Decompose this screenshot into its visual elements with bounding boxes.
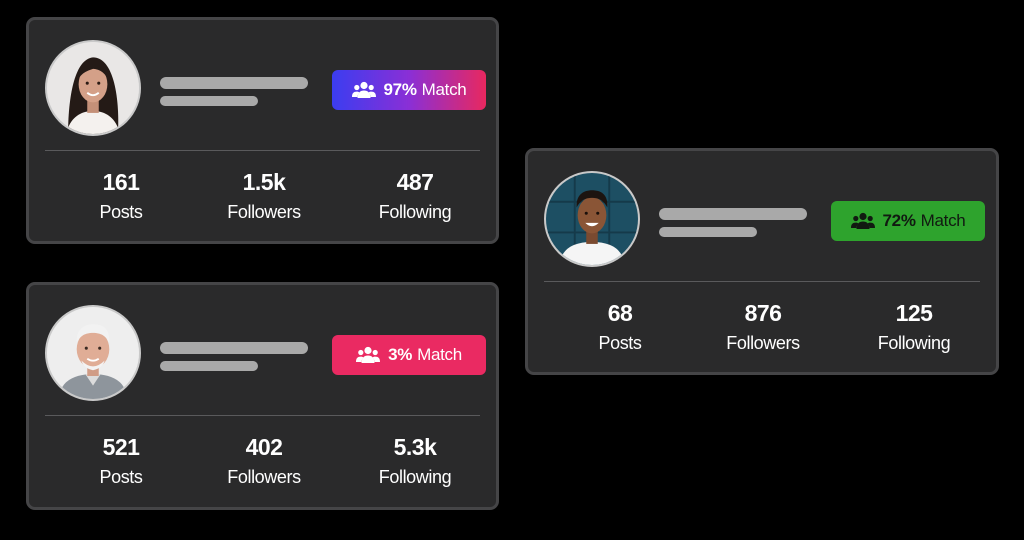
avatar[interactable] <box>544 171 640 267</box>
group-users-icon <box>850 212 875 229</box>
posts-label: Posts <box>598 333 642 353</box>
young-woman-portrait-image <box>47 42 139 134</box>
match-percent: 97% <box>383 80 417 99</box>
name-placeholder <box>659 208 807 220</box>
match-badge[interactable]: 97% Match <box>332 70 486 110</box>
avatar[interactable] <box>45 40 141 136</box>
profile-card[interactable]: 3% Match 521 Posts 402 Followers 5.3k Fo… <box>26 282 499 510</box>
group-users-icon <box>351 81 376 98</box>
handle-placeholder <box>160 361 258 371</box>
following-label: Following <box>378 202 452 222</box>
match-percent: 3% <box>388 345 413 364</box>
profile-card[interactable]: 72% Match 68 Posts 876 Followers 125 Fol… <box>525 148 999 375</box>
older-man-portrait-image <box>47 307 139 399</box>
name-placeholder <box>160 342 308 354</box>
followers-label: Followers <box>227 467 301 487</box>
stat-following[interactable]: 5.3k Following <box>345 433 485 489</box>
posts-count: 521 <box>102 434 140 460</box>
handle-placeholder <box>160 96 258 106</box>
following-count: 5.3k <box>393 434 437 460</box>
profile-card[interactable]: 97% Match 161 Posts 1.5k Followers 487 F… <box>26 17 499 244</box>
stat-following[interactable]: 487 Following <box>345 168 485 224</box>
group-users-icon <box>356 346 381 363</box>
followers-label: Followers <box>726 333 800 353</box>
young-man-portrait-image <box>546 173 638 265</box>
posts-count: 161 <box>102 169 140 195</box>
stat-followers[interactable]: 876 Followers <box>693 299 833 355</box>
divider <box>45 150 480 151</box>
followers-count: 876 <box>744 300 782 326</box>
stat-followers[interactable]: 402 Followers <box>194 433 334 489</box>
following-count: 125 <box>895 300 933 326</box>
posts-label: Posts <box>99 202 143 222</box>
match-badge[interactable]: 3% Match <box>332 335 486 375</box>
stats-row: 68 Posts 876 Followers 125 Following <box>528 299 996 359</box>
divider <box>45 415 480 416</box>
followers-count: 1.5k <box>242 169 286 195</box>
followers-count: 402 <box>245 434 283 460</box>
following-label: Following <box>877 333 951 353</box>
stats-row: 161 Posts 1.5k Followers 487 Following <box>29 168 496 228</box>
stat-followers[interactable]: 1.5k Followers <box>194 168 334 224</box>
posts-label: Posts <box>99 467 143 487</box>
posts-count: 68 <box>607 300 633 326</box>
following-label: Following <box>378 467 452 487</box>
following-count: 487 <box>396 169 434 195</box>
stats-row: 521 Posts 402 Followers 5.3k Following <box>29 433 496 493</box>
match-label: Match <box>421 80 467 99</box>
match-label: Match <box>417 345 462 364</box>
stat-following[interactable]: 125 Following <box>844 299 984 355</box>
followers-label: Followers <box>227 202 301 222</box>
divider <box>544 281 980 282</box>
stat-posts[interactable]: 161 Posts <box>51 168 191 224</box>
handle-placeholder <box>659 227 757 237</box>
name-placeholder <box>160 77 308 89</box>
match-badge[interactable]: 72% Match <box>831 201 985 241</box>
match-percent: 72% <box>882 211 916 230</box>
avatar[interactable] <box>45 305 141 401</box>
stat-posts[interactable]: 521 Posts <box>51 433 191 489</box>
stat-posts[interactable]: 68 Posts <box>550 299 690 355</box>
match-label: Match <box>920 211 966 230</box>
